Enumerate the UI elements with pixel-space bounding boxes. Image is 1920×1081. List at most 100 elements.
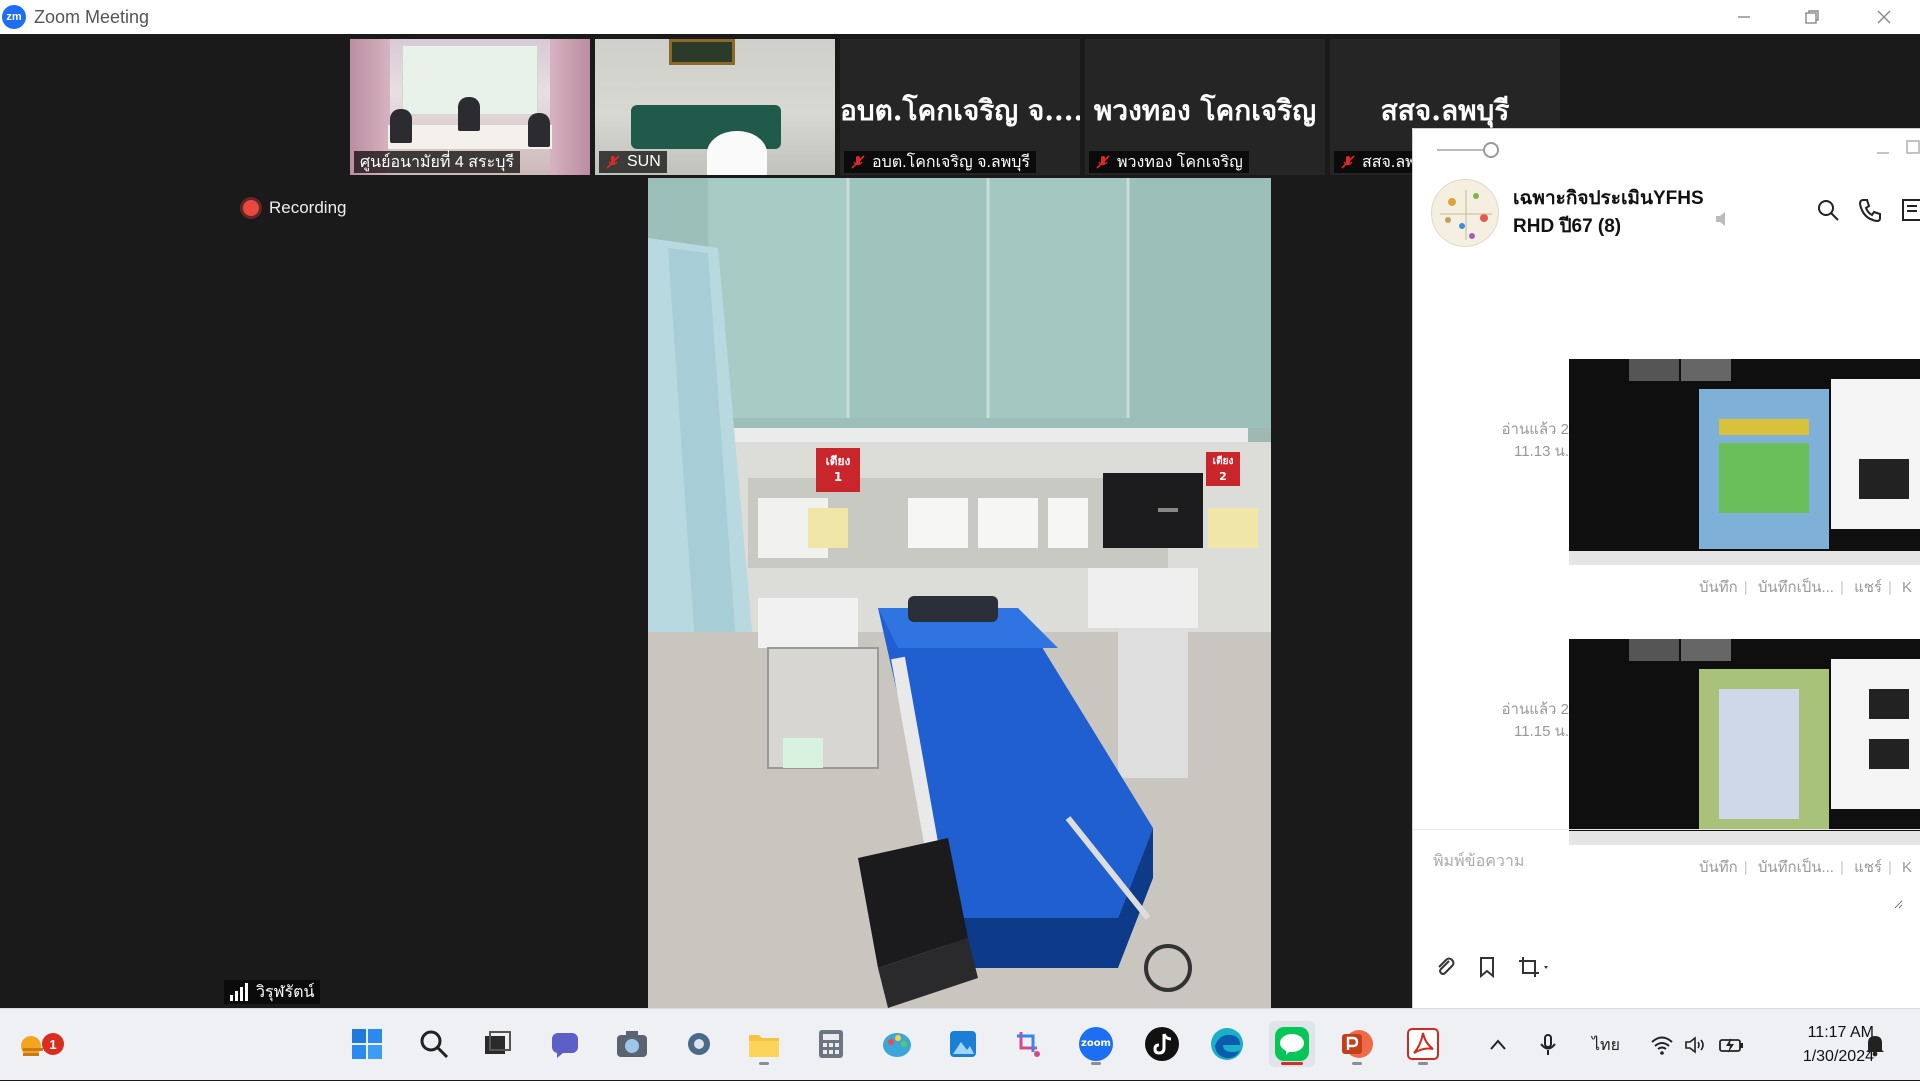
menu-button[interactable] — [1899, 197, 1920, 223]
settings-app[interactable] — [676, 1021, 722, 1067]
zoom-app[interactable]: zoom — [1073, 1021, 1119, 1067]
microphone-indicator[interactable] — [1538, 1009, 1558, 1081]
person — [528, 113, 550, 147]
group-avatar[interactable] — [1431, 179, 1499, 247]
participant-name-tag: พวงทอง โคกเจริญ — [1089, 151, 1249, 173]
message-meta: อ่านแล้ว 2 11.15 น. — [1469, 699, 1569, 743]
screenshot-thumbnail — [1569, 639, 1920, 845]
message-image[interactable] — [1569, 359, 1920, 565]
mic-muted-icon — [606, 155, 620, 169]
chat-input-divider — [1413, 829, 1920, 830]
tiktok-icon — [1145, 1027, 1179, 1061]
weather-widget[interactable]: 1 — [10, 1021, 64, 1067]
signal-strength-icon — [230, 983, 250, 1001]
call-button[interactable] — [1857, 197, 1883, 223]
start-button[interactable] — [344, 1021, 390, 1067]
speaker-volume-icon — [1685, 1036, 1704, 1054]
message-image[interactable] — [1569, 639, 1920, 845]
screenshot-thumbnail — [1569, 359, 1920, 565]
line-chat-window: เฉพาะกิจประเมินYFHS RHD ปี67 (8) อ่านแล้… — [1412, 128, 1920, 1008]
search-button[interactable] — [1815, 197, 1841, 223]
app-running-indicator — [759, 1062, 769, 1065]
wifi-icon — [1651, 1036, 1673, 1055]
participant-name: อบต.โคกเจริญ จ.ลพบุรี — [872, 153, 1031, 171]
show-hidden-icons-button[interactable] — [1488, 1009, 1508, 1081]
line-app-icon — [1275, 1027, 1309, 1061]
message-time: 11.13 น. — [1513, 443, 1569, 460]
recording-dot-icon — [243, 200, 259, 216]
camera-app[interactable] — [609, 1021, 655, 1067]
calculator-icon — [819, 1030, 843, 1058]
bell-icon — [1866, 1036, 1884, 1057]
participant-display-name: พวงทอง โคกเจริญ — [1093, 94, 1317, 127]
taskbar: 1 zoom ไทย 11:17 AM 1/30/2024 — [0, 1008, 1920, 1080]
paint-app[interactable] — [874, 1021, 920, 1067]
teams-chat-icon — [552, 1033, 578, 1058]
window-title: Zoom Meeting — [34, 6, 150, 27]
main-video: เตียง 1 เตียง 2 — [648, 178, 1271, 1008]
task-view-button[interactable] — [474, 1021, 520, 1067]
crop-screenshot-icon[interactable] — [1517, 955, 1551, 979]
wall-picture — [669, 39, 735, 65]
recording-indicator[interactable]: Recording — [243, 198, 347, 218]
windows-start-icon — [352, 1029, 382, 1059]
close-icon — [1877, 10, 1891, 24]
acrobat-app[interactable] — [1400, 1021, 1446, 1067]
participant-name: ศูนย์อนามัยที่ 4 สระบุรี — [360, 153, 514, 171]
close-button[interactable] — [1850, 0, 1918, 34]
recording-label: Recording — [269, 198, 347, 217]
bookmark-icon[interactable] — [1475, 955, 1499, 979]
speaker-name: วิรุฬรัตน์ — [256, 983, 315, 1001]
participant-thumbnail[interactable]: อบต.โคกเจริญ จ.... อบต.โคกเจริญ จ.ลพบุรี — [840, 39, 1080, 175]
notification-center-button[interactable] — [1864, 1009, 1886, 1081]
tiktok-app[interactable] — [1139, 1021, 1185, 1067]
person — [458, 97, 480, 131]
battery-indicator[interactable] — [1718, 1009, 1746, 1081]
opacity-slider-handle[interactable] — [1483, 142, 1499, 158]
read-receipt: อ่านแล้ว 2 — [1501, 421, 1569, 438]
network-indicator[interactable] — [1650, 1009, 1674, 1081]
chat-app[interactable] — [542, 1021, 588, 1067]
keep-action[interactable]: K — [1902, 859, 1912, 876]
microphone-icon — [1540, 1034, 1556, 1055]
message-time: 11.15 น. — [1513, 723, 1569, 740]
message-input[interactable] — [1433, 849, 1903, 909]
powerpoint-icon — [1342, 1030, 1373, 1058]
maximize-icon[interactable] — [1905, 139, 1920, 155]
photos-app[interactable] — [940, 1021, 986, 1067]
chat-window-controls — [1413, 129, 1920, 169]
calculator-app[interactable] — [808, 1021, 854, 1067]
folder-icon — [749, 1035, 779, 1057]
participant-display-name: สสจ.ลพบุรี — [1380, 94, 1510, 127]
clock[interactable]: 11:17 AM 1/30/2024 — [1764, 1021, 1874, 1069]
search-icon — [420, 1030, 449, 1059]
participant-thumbnail[interactable]: ศูนย์อนามัยที่ 4 สระบุรี — [350, 39, 590, 175]
chat-message: อ่านแล้ว 2 11.13 น. บันทึก | บันทึกเป็น..… — [1413, 269, 1920, 596]
snipping-tool-app[interactable] — [1006, 1021, 1052, 1067]
line-app[interactable] — [1269, 1021, 1315, 1067]
participant-name-tag: SUN — [599, 151, 667, 173]
chat-toolbar — [1433, 955, 1551, 979]
participant-name: SUN — [627, 153, 661, 170]
clock-time: 11:17 AM — [1807, 1024, 1874, 1041]
volume-indicator[interactable] — [1684, 1009, 1706, 1081]
edge-browser-app[interactable] — [1204, 1021, 1250, 1067]
minimize-icon[interactable] — [1875, 143, 1891, 159]
file-explorer-app[interactable] — [741, 1021, 787, 1067]
person — [390, 109, 412, 143]
attach-icon[interactable] — [1433, 955, 1457, 979]
participant-thumbnail[interactable]: พวงทอง โคกเจริญ พวงทอง โคกเจริญ — [1085, 39, 1325, 175]
participant-thumbnail[interactable]: SUN — [595, 39, 835, 175]
language-label: ไทย — [1592, 1036, 1620, 1054]
bed-sign-label: เตียง — [1212, 456, 1234, 467]
powerpoint-app[interactable] — [1334, 1021, 1380, 1067]
search-button[interactable] — [411, 1021, 457, 1067]
minimize-button[interactable] — [1710, 0, 1778, 34]
search-icon — [1818, 200, 1839, 221]
task-view-icon — [485, 1031, 511, 1054]
curtain — [550, 39, 590, 175]
input-language-indicator[interactable]: ไทย — [1592, 1009, 1620, 1081]
restore-button[interactable] — [1778, 0, 1846, 34]
pdf-reader-icon — [1407, 1028, 1439, 1060]
participant-name-tag: สสจ.ลพ — [1334, 151, 1422, 173]
